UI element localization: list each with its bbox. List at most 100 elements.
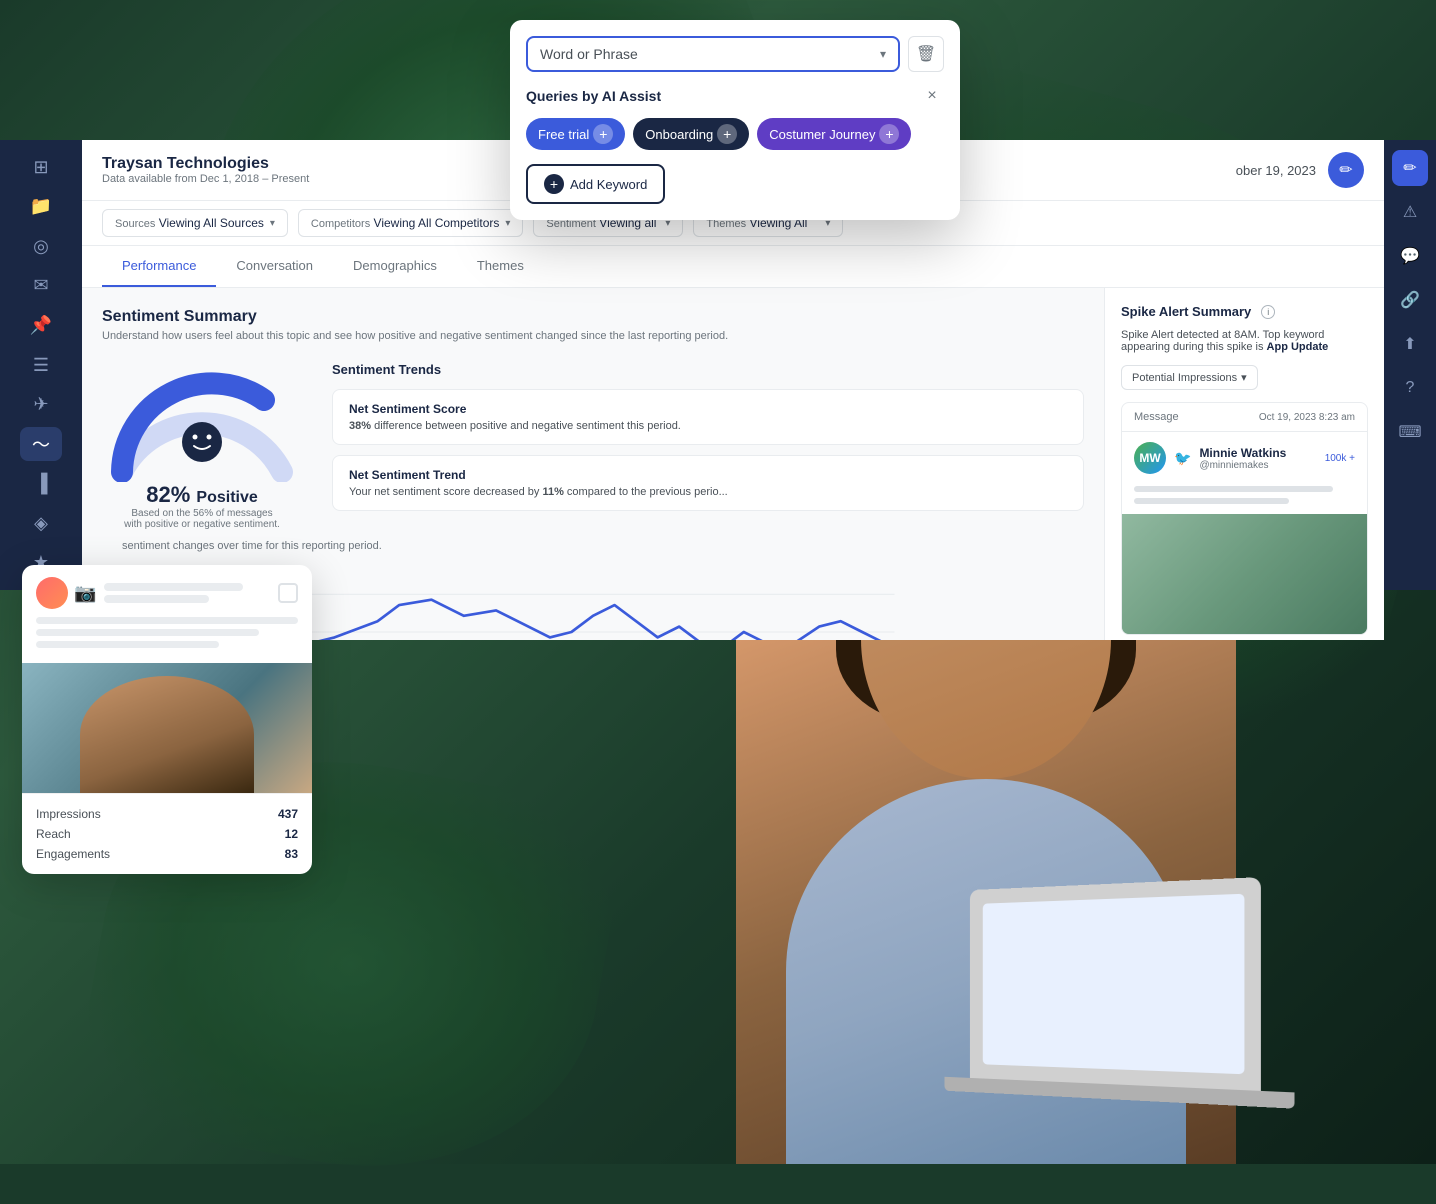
info-icon[interactable]: i bbox=[1261, 305, 1275, 319]
competitors-label: Competitors bbox=[311, 218, 370, 230]
content-line-3 bbox=[36, 641, 219, 648]
keyword-chevron-icon: ▾ bbox=[880, 47, 886, 61]
gauge-container: 82% Positive Based on the 56% of message… bbox=[102, 362, 302, 530]
queries-header: Queries by AI Assist × bbox=[526, 84, 944, 108]
checkbox-icon[interactable] bbox=[278, 583, 298, 603]
twitter-icon: 🐦 bbox=[1174, 450, 1191, 467]
message-skeleton-line-1 bbox=[1134, 486, 1333, 492]
sidebar-wave-icon[interactable]: 〜 bbox=[20, 427, 62, 462]
competitors-chevron-icon: ▾ bbox=[505, 218, 510, 229]
user-name: Minnie Watkins bbox=[1199, 446, 1286, 460]
sidebar: ⊞ 📁 ◎ ✉ 📌 ☰ ✈ 〜 ▐ ◈ ★ bbox=[0, 140, 82, 590]
tag-costumer-journey-plus-icon[interactable]: + bbox=[879, 124, 899, 144]
engagements-label: Engagements bbox=[36, 847, 110, 861]
add-keyword-button[interactable]: + Add Keyword bbox=[526, 164, 665, 204]
stat-row-impressions: Impressions 437 bbox=[36, 804, 298, 824]
keyword-input-row: Word or Phrase ▾ 🗑 bbox=[526, 36, 944, 72]
social-line-1 bbox=[104, 583, 243, 591]
smiley-face bbox=[182, 422, 222, 462]
sidebar-mail-icon[interactable]: ✉ bbox=[20, 269, 62, 304]
user-avatar: MW bbox=[1134, 442, 1166, 474]
queries-title: Queries by AI Assist bbox=[526, 88, 661, 104]
tag-onboarding[interactable]: Onboarding + bbox=[633, 118, 749, 150]
sources-value: Viewing All Sources bbox=[159, 216, 264, 230]
tab-performance[interactable]: Performance bbox=[102, 246, 216, 287]
tags-row: Free trial + Onboarding + Costumer Journ… bbox=[526, 118, 944, 150]
close-dialog-button[interactable]: × bbox=[920, 84, 944, 108]
data-range: Data available from Dec 1, 2018 – Presen… bbox=[102, 173, 309, 185]
sentiment-summary-title: Sentiment Summary bbox=[102, 308, 1084, 326]
tab-demographics[interactable]: Demographics bbox=[333, 246, 457, 287]
pencil-icon: ✏ bbox=[1339, 160, 1352, 180]
keyword-input-field[interactable]: Word or Phrase ▾ bbox=[526, 36, 900, 72]
spike-keyword: App Update bbox=[1267, 341, 1329, 353]
content-line-1 bbox=[36, 617, 298, 624]
right-help-icon[interactable]: ? bbox=[1392, 370, 1428, 406]
spike-alert-title: Spike Alert Summary bbox=[1121, 304, 1251, 319]
sidebar-bar-chart-icon[interactable]: ▐ bbox=[20, 466, 62, 501]
instagram-icon: 📷 bbox=[74, 583, 96, 604]
tab-conversation[interactable]: Conversation bbox=[216, 246, 333, 287]
spike-alert-header: Spike Alert Summary i bbox=[1121, 304, 1368, 319]
message-date: Oct 19, 2023 8:23 am bbox=[1259, 412, 1355, 423]
tag-onboarding-plus-icon[interactable]: + bbox=[717, 124, 737, 144]
gauge-chart bbox=[102, 362, 302, 482]
message-image bbox=[1122, 514, 1367, 634]
net-trend-title: Net Sentiment Trend bbox=[349, 468, 1067, 482]
message-card: Message Oct 19, 2023 8:23 am MW 🐦 Minnie… bbox=[1121, 402, 1368, 635]
social-line-2 bbox=[104, 595, 208, 603]
right-sidebar: ✏ ⚠ 💬 🔗 ⬆ ? ⌨ bbox=[1384, 140, 1436, 590]
sources-chevron-icon: ▾ bbox=[270, 218, 275, 229]
reach-value: 12 bbox=[285, 827, 298, 841]
user-handle: @minniemakes bbox=[1199, 460, 1286, 471]
right-chat-icon[interactable]: 💬 bbox=[1392, 238, 1428, 274]
right-panel: Spike Alert Summary i Spike Alert detect… bbox=[1104, 288, 1384, 640]
sentiment-trends: Sentiment Trends Net Sentiment Score 38%… bbox=[332, 362, 1084, 530]
sidebar-badge-icon[interactable]: ◈ bbox=[20, 506, 62, 541]
social-image-person bbox=[80, 676, 254, 793]
right-alert-icon[interactable]: ⚠ bbox=[1392, 194, 1428, 230]
user-info: Minnie Watkins @minniemakes bbox=[1199, 446, 1286, 471]
sidebar-file-icon[interactable]: 📁 bbox=[20, 190, 62, 225]
right-link-icon[interactable]: 🔗 bbox=[1392, 282, 1428, 318]
sources-dropdown[interactable]: Sources Viewing All Sources ▾ bbox=[102, 209, 288, 237]
engagements-value: 83 bbox=[285, 847, 298, 861]
message-label: Message bbox=[1134, 411, 1179, 423]
social-stats: Impressions 437 Reach 12 Engagements 83 bbox=[22, 793, 312, 874]
tag-free-trial-plus-icon[interactable]: + bbox=[593, 124, 613, 144]
header-edit-button[interactable]: ✏ bbox=[1328, 152, 1364, 188]
line-chart-desc: sentiment changes over time for this rep… bbox=[122, 540, 1064, 552]
sidebar-send-icon[interactable]: ✈ bbox=[20, 387, 62, 422]
sidebar-home-icon[interactable]: ⊞ bbox=[20, 150, 62, 185]
sidebar-pin-icon[interactable]: 📌 bbox=[20, 308, 62, 343]
right-edit-icon[interactable]: ✏ bbox=[1392, 150, 1428, 186]
company-info: Traysan Technologies Data available from… bbox=[102, 155, 309, 185]
stat-row-reach: Reach 12 bbox=[36, 824, 298, 844]
impressions-dropdown[interactable]: Potential Impressions ▾ bbox=[1121, 365, 1258, 390]
tag-costumer-journey[interactable]: Costumer Journey + bbox=[757, 118, 911, 150]
social-card-header: 📷 bbox=[22, 565, 312, 617]
right-keyboard-icon[interactable]: ⌨ bbox=[1392, 414, 1428, 450]
reach-label: Reach bbox=[36, 827, 71, 841]
social-card: 📷 Impressions 437 Reach 12 Engagements 8… bbox=[22, 565, 312, 874]
tab-themes[interactable]: Themes bbox=[457, 246, 544, 287]
message-image-overlay bbox=[1122, 514, 1367, 634]
net-score-card: Net Sentiment Score 38% difference betwe… bbox=[332, 389, 1084, 445]
tag-free-trial[interactable]: Free trial + bbox=[526, 118, 625, 150]
right-upload-icon[interactable]: ⬆ bbox=[1392, 326, 1428, 362]
net-score-title: Net Sentiment Score bbox=[349, 402, 1067, 416]
competitors-dropdown[interactable]: Competitors Viewing All Competitors ▾ bbox=[298, 209, 524, 237]
net-trend-card: Net Sentiment Trend Your net sentiment s… bbox=[332, 455, 1084, 511]
impressions-label: Impressions bbox=[36, 807, 101, 821]
social-avatar bbox=[36, 577, 68, 609]
net-trend-desc: Your net sentiment score decreased by 11… bbox=[349, 486, 1067, 498]
gauge-sublabel: Based on the 56% of messages with positi… bbox=[122, 508, 282, 530]
delete-keyword-button[interactable]: 🗑 bbox=[908, 36, 944, 72]
stat-row-engagements: Engagements 83 bbox=[36, 844, 298, 864]
sidebar-list-icon[interactable]: ☰ bbox=[20, 348, 62, 383]
message-user-row: MW 🐦 Minnie Watkins @minniemakes 100k + bbox=[1122, 432, 1367, 480]
sentiment-summary-desc: Understand how users feel about this top… bbox=[102, 330, 1084, 342]
sidebar-analytics-icon[interactable]: ◎ bbox=[20, 229, 62, 264]
social-lines bbox=[104, 583, 278, 603]
social-post-image bbox=[22, 663, 312, 793]
